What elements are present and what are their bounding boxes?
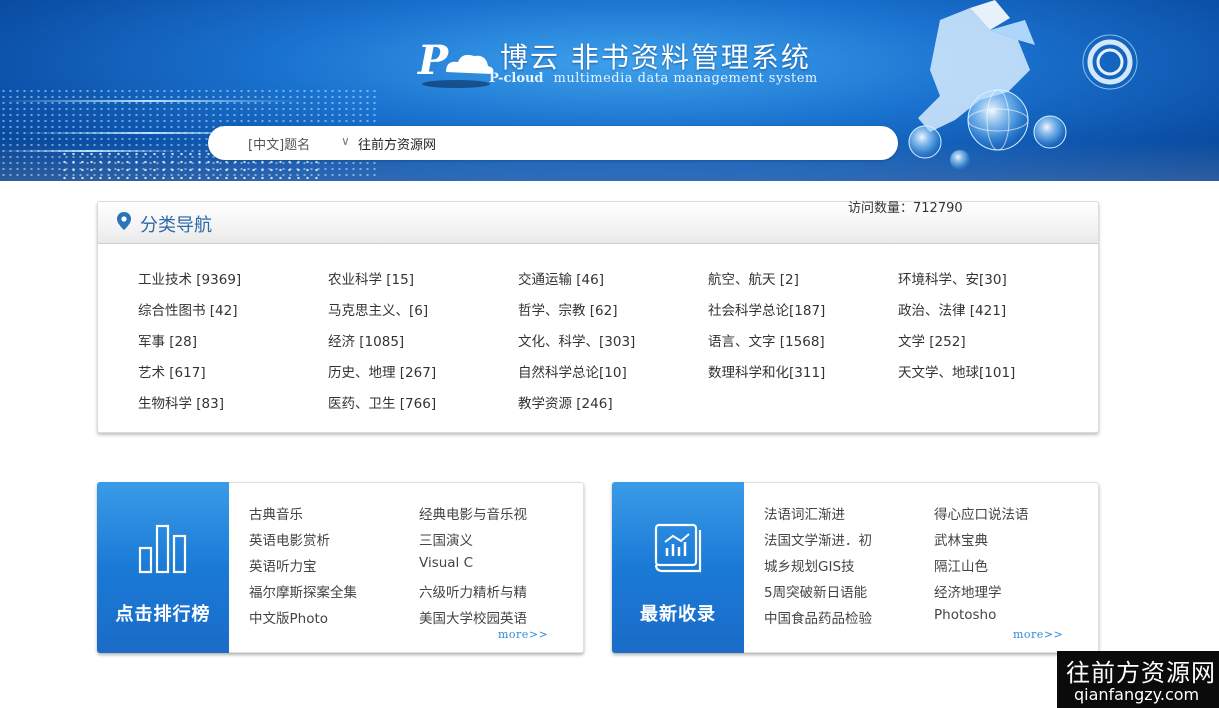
- latest-item-link[interactable]: 城乡规划GIS技: [764, 555, 855, 575]
- category-link[interactable]: 文学 [252]: [898, 330, 966, 350]
- book-chart-icon: [654, 523, 702, 573]
- ranking-more-link[interactable]: more>>: [498, 628, 548, 641]
- category-link[interactable]: 数理科学和化[311]: [708, 361, 825, 381]
- category-link[interactable]: 工业技术 [9369]: [138, 268, 241, 288]
- brand-name-en: P-cloud: [489, 71, 544, 86]
- brand-subtitle-en: multimedia data management system: [553, 71, 818, 86]
- brand-title-cn: 博云 非书资料管理系统: [500, 41, 811, 74]
- category-link[interactable]: 艺术 [617]: [138, 361, 206, 381]
- latest-label: 最新收录: [640, 604, 716, 625]
- ranking-item-link[interactable]: 中文版Photo: [249, 607, 328, 627]
- search-bar: [中文]题名 ∨: [208, 126, 898, 160]
- latest-item-link[interactable]: 法语词汇渐进: [764, 503, 845, 523]
- ranking-card: 点击排行榜 古典音乐英语电影赏析 英语听力宝福尔摩斯探案全集 中文版Photo 经典电…: [97, 482, 584, 653]
- header-banner: P 博云 非书资料管理系统 P-cloud multimedia data man…: [0, 0, 1219, 181]
- category-link[interactable]: 教学资源 [246]: [518, 392, 613, 412]
- category-link[interactable]: 生物科学 [83]: [138, 392, 224, 412]
- category-link[interactable]: 历史、地理 [267]: [328, 361, 436, 381]
- ranking-item-link[interactable]: 古典音乐: [249, 503, 303, 523]
- search-input[interactable]: [358, 132, 878, 154]
- robot-hand-decoration: [908, 0, 1138, 170]
- ranking-item-link[interactable]: 福尔摩斯探案全集: [249, 581, 357, 601]
- category-link[interactable]: 政治、法律 [421]: [898, 299, 1006, 319]
- category-link[interactable]: 环境科学、安[30]: [898, 268, 1007, 288]
- latest-item-link[interactable]: Photosho: [934, 607, 996, 623]
- category-link[interactable]: 哲学、宗教 [62]: [518, 299, 618, 319]
- ranking-item-link[interactable]: 六级听力精析与精: [419, 581, 527, 601]
- category-link[interactable]: 经济 [1085]: [328, 330, 404, 350]
- category-link[interactable]: 文化、科学、[303]: [518, 330, 635, 350]
- latest-card: 最新收录 法语词汇渐进法国文学渐进．初 城乡规划GIS技 5周突破新日语能 中国食品药…: [612, 482, 1099, 653]
- ranking-item-link[interactable]: 美国大学校园英语: [419, 607, 527, 627]
- ranking-tile[interactable]: 点击排行榜: [97, 482, 229, 653]
- category-link[interactable]: 农业科学 [15]: [328, 268, 414, 288]
- latest-item-link[interactable]: 经济地理学: [934, 581, 1002, 601]
- latest-tile[interactable]: 最新收录: [612, 482, 744, 653]
- latest-item-link[interactable]: 5周突破新日语能: [764, 581, 867, 601]
- visit-count: 访问数量：712790: [848, 201, 963, 216]
- banner-decoration: [0, 100, 300, 102]
- category-link[interactable]: 航空、航天 [2]: [708, 268, 799, 288]
- category-link[interactable]: 交通运输 [46]: [518, 268, 604, 288]
- svg-text:P: P: [417, 38, 450, 84]
- p-cloud-logo: P: [417, 38, 494, 88]
- map-pin-icon: [117, 212, 131, 230]
- category-link[interactable]: 医药、卫生 [766]: [328, 392, 436, 412]
- category-link[interactable]: 语言、文字 [1568]: [708, 330, 825, 350]
- category-nav-panel: 分类导航 访问数量：712790 工业技术 [9369] 农业科学 [15] 交通运…: [97, 201, 1099, 433]
- ranking-item-link[interactable]: Visual C: [419, 555, 473, 571]
- latest-item-link[interactable]: 隔江山色: [934, 555, 988, 575]
- category-link[interactable]: 社会科学总论[187]: [708, 299, 825, 319]
- latest-item-link[interactable]: 中国食品药品检验: [764, 607, 872, 627]
- ranking-item-link[interactable]: 经典电影与音乐视: [419, 503, 527, 523]
- watermark-url: qianfangzy.com: [1074, 685, 1200, 704]
- latest-item-link[interactable]: 法国文学渐进．初: [764, 529, 872, 549]
- category-link[interactable]: 综合性图书 [42]: [138, 299, 238, 319]
- bar-chart-icon: [138, 524, 187, 574]
- ranking-item-link[interactable]: 三国演义: [419, 529, 473, 549]
- category-link[interactable]: 军事 [28]: [138, 330, 197, 350]
- category-link[interactable]: 自然科学总论[10]: [518, 361, 627, 381]
- ranking-item-link[interactable]: 英语电影赏析: [249, 529, 330, 549]
- site-watermark: 往前方资源网 qianfangzy.com: [1057, 651, 1219, 708]
- category-nav-title: 分类导航: [140, 215, 212, 236]
- search-field-select[interactable]: [中文]题名: [248, 134, 310, 153]
- watermark-cn: 往前方资源网: [1066, 659, 1216, 687]
- category-link[interactable]: 马克思主义、[6]: [328, 299, 428, 319]
- chevron-down-icon[interactable]: ∨: [341, 134, 350, 148]
- category-link[interactable]: 天文学、地球[101]: [898, 361, 1015, 381]
- brand-title-en: P-cloud multimedia data management system: [489, 71, 818, 86]
- latest-more-link[interactable]: more>>: [1013, 628, 1063, 641]
- ranking-item-link[interactable]: 英语听力宝: [249, 555, 317, 575]
- ranking-label: 点击排行榜: [115, 604, 211, 625]
- latest-item-link[interactable]: 武林宝典: [934, 529, 988, 549]
- latest-item-link[interactable]: 得心应口说法语: [934, 503, 1029, 523]
- category-nav-header: 分类导航 访问数量：712790: [98, 201, 1098, 244]
